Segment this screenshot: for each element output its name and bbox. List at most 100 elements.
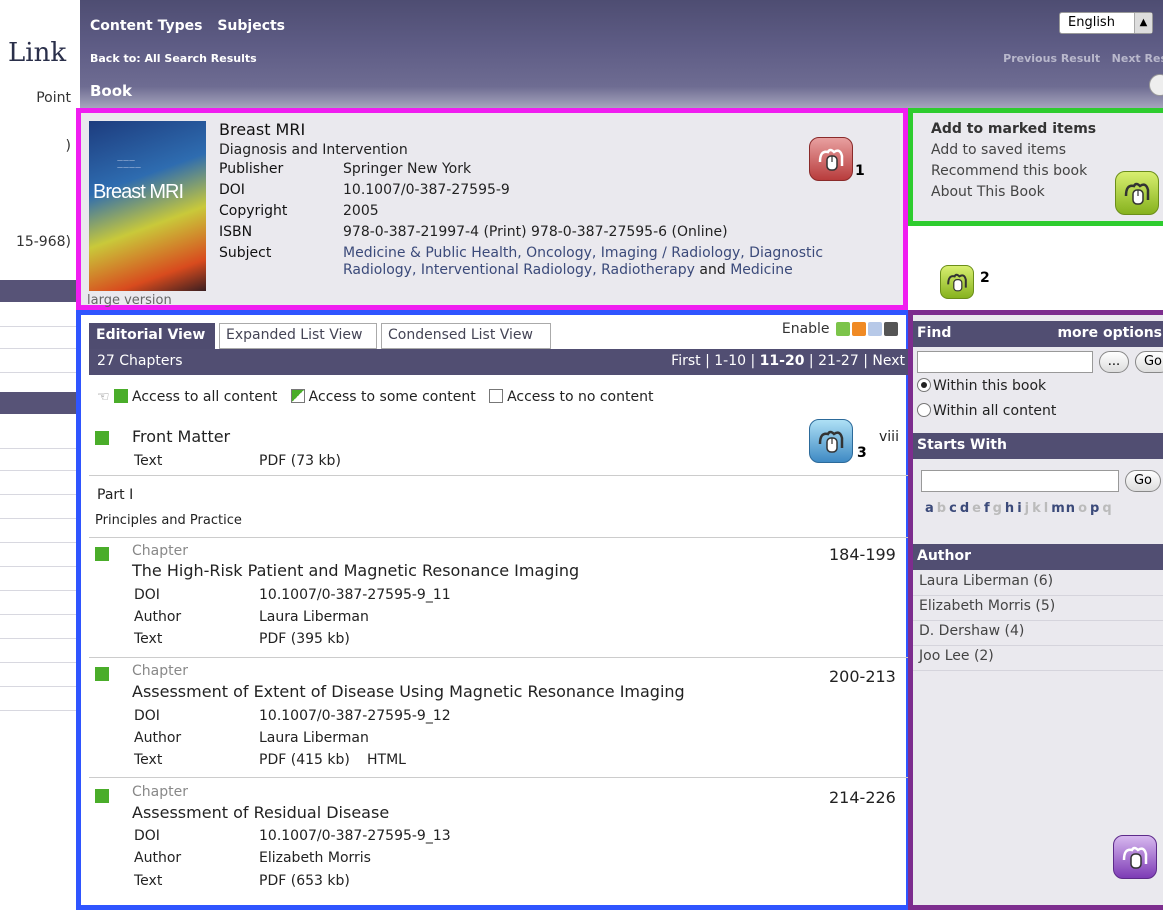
within-book-option[interactable]: Within this book bbox=[917, 378, 1046, 394]
browse-button[interactable]: ... bbox=[1099, 351, 1129, 373]
field-value: 978-0-387-21997-4 (Print) 978-0-387-2759… bbox=[343, 224, 728, 240]
letter-link[interactable]: a bbox=[925, 501, 935, 516]
large-version-link[interactable]: large version bbox=[87, 293, 172, 308]
about-book-link[interactable]: About This Book bbox=[931, 184, 1045, 200]
chapter-html-link[interactable]: HTML bbox=[367, 752, 406, 768]
field-key: Copyright bbox=[219, 203, 288, 219]
doi-label: DOI bbox=[134, 587, 160, 603]
book-cover-image[interactable]: ——— ———— Breast MRI bbox=[89, 121, 206, 291]
letter-link[interactable]: d bbox=[960, 501, 970, 516]
marker-number: 1 bbox=[855, 163, 865, 179]
part-title: Principles and Practice bbox=[95, 513, 242, 528]
pager-1-10[interactable]: 1-10 bbox=[714, 353, 746, 369]
tab-expanded-list-view[interactable]: Expanded List View bbox=[219, 323, 377, 349]
email-icon[interactable] bbox=[868, 322, 882, 336]
pager-next[interactable]: Next bbox=[872, 353, 905, 369]
left-divider bbox=[0, 662, 77, 663]
author-filter-link[interactable]: Joo Lee (2) bbox=[919, 648, 994, 664]
left-divider bbox=[0, 686, 77, 687]
author-label: Author bbox=[134, 609, 182, 625]
field-key: Subject bbox=[219, 245, 272, 261]
letter-link[interactable]: mn bbox=[1051, 501, 1076, 516]
language-select[interactable]: English ▲ bbox=[1059, 12, 1153, 34]
select-arrows-icon: ▲ bbox=[1134, 13, 1152, 33]
within-all-option[interactable]: Within all content bbox=[917, 403, 1056, 419]
rss-icon[interactable] bbox=[852, 322, 866, 336]
find-go-button[interactable]: Go bbox=[1135, 351, 1163, 373]
print-icon[interactable] bbox=[1149, 74, 1163, 96]
pager-21-27[interactable]: 21-27 bbox=[818, 353, 859, 369]
save-icon[interactable] bbox=[884, 322, 898, 336]
some-access-icon bbox=[290, 389, 305, 403]
mouse-icon bbox=[1113, 835, 1157, 879]
hand-icon: ☜ bbox=[97, 389, 110, 405]
add-icon[interactable] bbox=[836, 322, 850, 336]
starts-with-go-button[interactable]: Go bbox=[1125, 470, 1161, 492]
left-divider bbox=[0, 710, 77, 711]
radio-icon[interactable] bbox=[917, 403, 931, 417]
chapter-title[interactable]: Assessment of Residual Disease bbox=[132, 803, 389, 822]
pager-sep: | bbox=[705, 353, 710, 369]
letter-link[interactable]: h bbox=[1005, 501, 1015, 516]
chapter-title[interactable]: Assessment of Extent of Disease Using Ma… bbox=[132, 682, 685, 701]
legend-some: Access to some content bbox=[308, 389, 476, 405]
add-to-marked-link[interactable]: Add to marked items bbox=[931, 121, 1096, 137]
chapter-pdf-link[interactable]: PDF (395 kb) bbox=[259, 631, 350, 647]
book-subtitle: Diagnosis and Intervention bbox=[219, 142, 408, 158]
subject-and: and bbox=[699, 262, 726, 278]
legend-none: Access to no content bbox=[507, 389, 654, 405]
back-to-results-link[interactable]: Back to: All Search Results bbox=[90, 52, 257, 65]
divider bbox=[913, 595, 1163, 596]
next-result-link[interactable]: Next Res bbox=[1112, 52, 1163, 65]
no-access-icon bbox=[489, 389, 504, 403]
find-input[interactable] bbox=[917, 351, 1093, 373]
divider bbox=[89, 657, 909, 658]
author-filter-link[interactable]: Laura Liberman (6) bbox=[919, 573, 1053, 589]
left-paren-text: ) bbox=[65, 138, 71, 154]
tab-condensed-list-view[interactable]: Condensed List View bbox=[381, 323, 551, 349]
previous-result-link[interactable]: Previous Result bbox=[1003, 52, 1100, 65]
within-book-label: Within this book bbox=[933, 378, 1047, 394]
pager-first[interactable]: First bbox=[671, 353, 700, 369]
marker-number: 3 bbox=[857, 445, 867, 461]
field-row: Copyright 2005 bbox=[219, 201, 883, 222]
letter-disabled: l bbox=[1043, 501, 1050, 516]
chapter-author[interactable]: Laura Liberman bbox=[259, 609, 369, 625]
front-pdf-link[interactable]: PDF (73 kb) bbox=[259, 453, 341, 469]
chapter-pdf-link[interactable]: PDF (653 kb) bbox=[259, 873, 350, 889]
front-text-label: Text bbox=[134, 453, 163, 469]
part-number[interactable]: Part I bbox=[97, 487, 133, 503]
starts-with-input[interactable] bbox=[921, 470, 1119, 492]
subject-link-medicine[interactable]: Medicine bbox=[730, 262, 793, 278]
author-filter-link[interactable]: D. Dershaw (4) bbox=[919, 623, 1024, 639]
more-options-link[interactable]: more options bbox=[1057, 325, 1162, 341]
add-to-saved-link[interactable]: Add to saved items bbox=[931, 142, 1066, 158]
chapter-author[interactable]: Laura Liberman bbox=[259, 730, 369, 746]
letter-link[interactable]: p bbox=[1090, 501, 1100, 516]
section-title: Book bbox=[90, 82, 133, 100]
mouse-icon bbox=[809, 419, 853, 463]
book-metadata: Breast MRI Diagnosis and Intervention Pu… bbox=[219, 120, 899, 281]
nav-subjects[interactable]: Subjects bbox=[217, 18, 285, 34]
author-filter-link[interactable]: Elizabeth Morris (5) bbox=[919, 598, 1055, 614]
chapter-count: 27 Chapters bbox=[97, 353, 183, 369]
chapter-pdf-link[interactable]: PDF (415 kb) bbox=[259, 752, 350, 768]
field-row: Publisher Springer New York bbox=[219, 159, 883, 180]
recommend-book-link[interactable]: Recommend this book bbox=[931, 163, 1087, 179]
letter-link[interactable]: c bbox=[949, 501, 958, 516]
chapter-author[interactable]: Elizabeth Morris bbox=[259, 850, 371, 866]
nav-content-types[interactable]: Content Types bbox=[90, 18, 202, 34]
letter-link[interactable]: f bbox=[984, 501, 991, 516]
divider bbox=[89, 537, 909, 538]
radio-selected-icon[interactable] bbox=[917, 378, 931, 392]
letter-link[interactable]: i bbox=[1017, 501, 1022, 516]
text-label: Text bbox=[134, 752, 163, 768]
letter-disabled: e bbox=[972, 501, 982, 516]
tab-editorial-view[interactable]: Editorial View bbox=[89, 323, 215, 349]
mouse-icon bbox=[809, 137, 853, 181]
chapter-title[interactable]: The High-Risk Patient and Magnetic Reson… bbox=[132, 561, 579, 580]
front-matter-title[interactable]: Front Matter bbox=[132, 427, 230, 446]
divider bbox=[913, 670, 1163, 671]
field-row: DOI 10.1007/0-387-27595-9 bbox=[219, 180, 883, 201]
field-row: Subject Medicine & Public Health, Oncolo… bbox=[219, 243, 883, 281]
